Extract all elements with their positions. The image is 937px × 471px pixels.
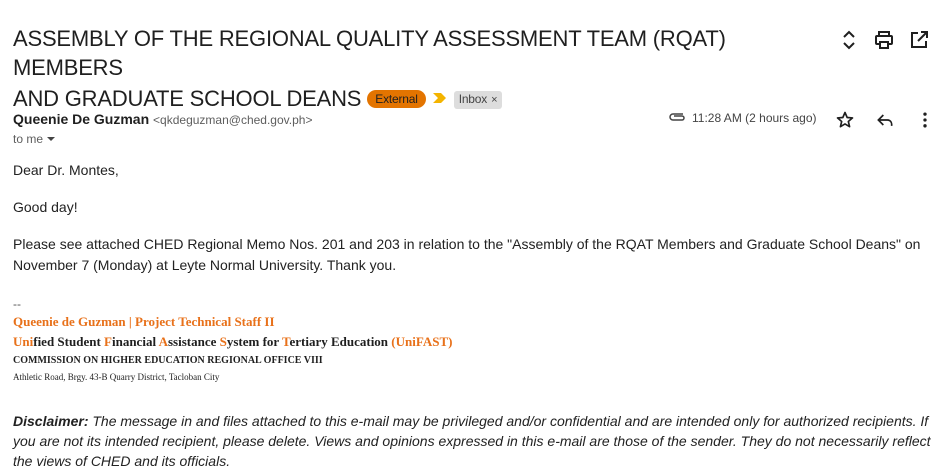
sender-name[interactable]: Queenie De Guzman: [13, 111, 149, 127]
disclaimer-label: Disclaimer:: [13, 413, 89, 429]
recipient-details[interactable]: to me: [13, 132, 56, 146]
program-part: A: [158, 334, 168, 349]
inbox-label: Inbox: [458, 92, 488, 106]
subject-line-2: AND GRADUATE SCHOOL DEANS: [13, 86, 362, 111]
external-badge: External: [367, 90, 426, 108]
program-part: (UniFAST): [391, 334, 453, 349]
print-icon[interactable]: [872, 28, 896, 52]
importance-marker-icon[interactable]: [432, 82, 448, 111]
reply-icon[interactable]: [875, 110, 895, 130]
sender-email: <qkdeguzman@ched.gov.ph>: [153, 113, 313, 127]
dropdown-arrow-icon[interactable]: [46, 132, 56, 146]
program-part: ystem for: [226, 334, 282, 349]
message-text: Please see attached CHED Regional Memo N…: [13, 236, 921, 273]
program-part: S: [219, 334, 227, 349]
more-vert-icon[interactable]: [915, 110, 935, 130]
program-part: ssistance: [167, 334, 220, 349]
email-signature: -- Queenie de Guzman | Project Technical…: [13, 297, 452, 382]
disclaimer-text: The message in and files attached to thi…: [13, 413, 931, 469]
sender-line: Queenie De Guzman <qkdeguzman@ched.gov.p…: [13, 111, 312, 127]
message-time: 11:28 AM (2 hours ago): [692, 110, 817, 125]
subject-actions: [837, 28, 937, 52]
inbox-label-chip: Inbox ×: [453, 91, 503, 109]
program-part: fied Student: [33, 334, 105, 349]
program-part: inancial: [111, 334, 159, 349]
paperclip-icon: [668, 110, 686, 125]
unfold-icon[interactable]: [837, 28, 861, 52]
signature-program: Unified Student Financial Assistance Sys…: [13, 334, 452, 350]
email-subject: ASSEMBLY OF THE REGIONAL QUALITY ASSESSM…: [13, 24, 803, 113]
message-meta: 11:28 AM (2 hours ago): [668, 110, 817, 125]
remove-label-icon[interactable]: ×: [491, 94, 497, 106]
signature-address: Athletic Road, Brgy. 43-B Quarry Distric…: [13, 372, 220, 382]
greeting: Dear Dr. Montes,: [13, 162, 119, 178]
disclaimer: Disclaimer: The message in and files att…: [13, 411, 937, 471]
open-in-new-icon[interactable]: [907, 28, 931, 52]
good-day: Good day!: [13, 199, 78, 215]
program-part: Uni: [13, 334, 34, 349]
subject-line-1: ASSEMBLY OF THE REGIONAL QUALITY ASSESSM…: [13, 26, 726, 80]
message-body: Dear Dr. Montes, Good day! Please see at…: [13, 160, 933, 276]
signature-office: COMMISSION ON HIGHER EDUCATION REGIONAL …: [13, 355, 323, 366]
signature-name-title: Queenie de Guzman | Project Technical St…: [13, 314, 275, 329]
program-part: F: [104, 334, 112, 349]
recipient-label: to me: [13, 132, 44, 146]
program-part: ertiary Education: [289, 334, 392, 349]
star-icon[interactable]: [835, 110, 855, 130]
signature-separator: --: [13, 297, 21, 311]
